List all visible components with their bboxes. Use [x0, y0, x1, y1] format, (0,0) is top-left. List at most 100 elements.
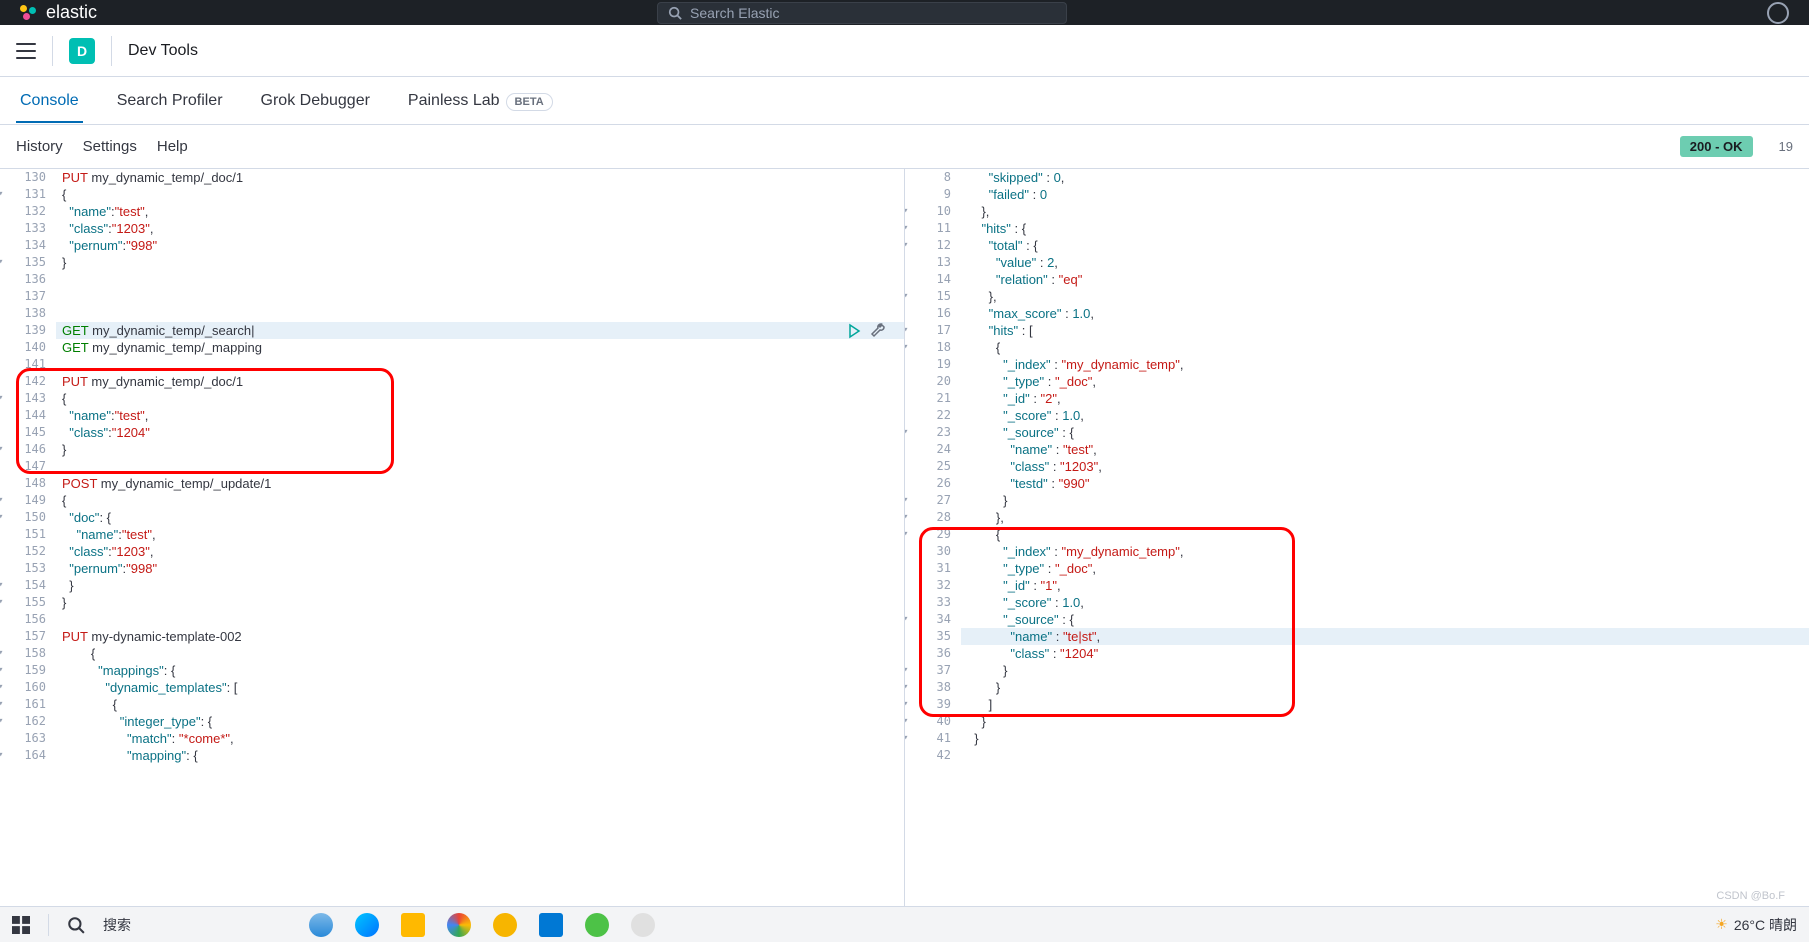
explorer-icon[interactable] [401, 913, 425, 937]
code-line[interactable]: "max_score" : 1.0, [967, 305, 1809, 322]
code-line[interactable]: GET my_dynamic_temp/_mapping [62, 339, 904, 356]
code-line[interactable]: "_id" : "1", [967, 577, 1809, 594]
code-line[interactable]: "hits" : [ [967, 322, 1809, 339]
code-line[interactable]: "testd" : "990" [967, 475, 1809, 492]
app-icon[interactable] [309, 913, 333, 937]
code-line[interactable]: PUT my-dynamic-template-002 [62, 628, 904, 645]
code-line[interactable]: "skipped" : 0, [967, 169, 1809, 186]
code-line[interactable]: }, [967, 288, 1809, 305]
code-line[interactable]: "name":"test", [62, 407, 904, 424]
chrome-icon[interactable] [447, 913, 471, 937]
code-line[interactable]: "_index" : "my_dynamic_temp", [967, 543, 1809, 560]
code-line[interactable]: "class":"1204" [62, 424, 904, 441]
history-link[interactable]: History [16, 138, 63, 155]
user-avatar-icon[interactable] [1767, 2, 1789, 24]
code-line[interactable] [62, 356, 904, 373]
tab-console[interactable]: Console [16, 80, 83, 122]
code-line[interactable]: } [62, 577, 904, 594]
request-options-icon[interactable] [870, 323, 886, 344]
code-line[interactable]: "name" : "te|st", [967, 628, 1809, 645]
code-line[interactable]: "hits" : { [967, 220, 1809, 237]
nav-toggle-icon[interactable] [16, 43, 36, 59]
code-line[interactable]: "_id" : "2", [967, 390, 1809, 407]
code-line[interactable]: } [967, 713, 1809, 730]
code-line[interactable]: "dynamic_templates": [ [62, 679, 904, 696]
code-line[interactable]: "name":"test", [62, 203, 904, 220]
code-line[interactable]: "class" : "1204" [967, 645, 1809, 662]
code-line[interactable]: "name" : "test", [967, 441, 1809, 458]
response-viewer[interactable]: 8910111213141516171819202122232425262728… [905, 169, 1809, 942]
code-line[interactable]: "_source" : { [967, 424, 1809, 441]
wechat-icon[interactable] [585, 913, 609, 937]
code-line[interactable]: { [62, 492, 904, 509]
code-line[interactable] [62, 305, 904, 322]
code-line[interactable]: { [62, 645, 904, 662]
code-line[interactable] [62, 611, 904, 628]
elastic-logo-icon [20, 5, 40, 21]
code-line[interactable] [62, 458, 904, 475]
send-request-icon[interactable] [846, 323, 862, 344]
code-line[interactable]: { [62, 186, 904, 203]
code-line[interactable]: "_type" : "_doc", [967, 560, 1809, 577]
code-line[interactable]: "total" : { [967, 237, 1809, 254]
code-line[interactable]: }, [967, 203, 1809, 220]
code-line[interactable]: PUT my_dynamic_temp/_doc/1 [62, 169, 904, 186]
app-header: D Dev Tools [0, 25, 1809, 77]
tab-search-profiler[interactable]: Search Profiler [113, 80, 227, 122]
windows-start-icon[interactable] [12, 916, 30, 934]
code-line[interactable]: "relation" : "eq" [967, 271, 1809, 288]
code-line[interactable]: "doc": { [62, 509, 904, 526]
code-line[interactable]: "class":"1203", [62, 220, 904, 237]
code-line[interactable]: "mappings": { [62, 662, 904, 679]
settings-link[interactable]: Settings [83, 138, 137, 155]
code-line[interactable]: "name":"test", [62, 526, 904, 543]
code-line[interactable]: "_source" : { [967, 611, 1809, 628]
code-line[interactable]: { [967, 526, 1809, 543]
code-line[interactable]: "match": "*come*", [62, 730, 904, 747]
code-line[interactable] [62, 271, 904, 288]
code-line[interactable]: } [967, 492, 1809, 509]
code-line[interactable]: } [967, 679, 1809, 696]
code-line[interactable]: "pernum":"998" [62, 560, 904, 577]
code-line[interactable]: { [62, 390, 904, 407]
tab-painless-lab[interactable]: Painless LabBETA [404, 80, 557, 122]
code-line[interactable]: }, [967, 509, 1809, 526]
code-line[interactable]: } [62, 254, 904, 271]
code-line[interactable]: } [967, 730, 1809, 747]
code-line[interactable]: { [967, 339, 1809, 356]
code-line[interactable]: } [62, 594, 904, 611]
code-line[interactable]: "integer_type": { [62, 713, 904, 730]
code-line[interactable] [62, 288, 904, 305]
edge-icon[interactable] [355, 913, 379, 937]
code-line[interactable]: POST my_dynamic_temp/_update/1 [62, 475, 904, 492]
app-icon[interactable] [631, 913, 655, 937]
code-line[interactable]: "mapping": { [62, 747, 904, 764]
code-line[interactable]: "failed" : 0 [967, 186, 1809, 203]
code-line[interactable]: "value" : 2, [967, 254, 1809, 271]
code-line[interactable]: "class":"1203", [62, 543, 904, 560]
help-link[interactable]: Help [157, 138, 188, 155]
code-line[interactable]: } [967, 662, 1809, 679]
code-line[interactable]: "_score" : 1.0, [967, 594, 1809, 611]
code-line[interactable]: { [62, 696, 904, 713]
code-line[interactable]: "pernum":"998" [62, 237, 904, 254]
code-line[interactable] [967, 747, 1809, 764]
code-line[interactable]: GET my_dynamic_temp/_search| [62, 322, 904, 339]
app-badge[interactable]: D [69, 38, 95, 64]
tab-grok-debugger[interactable]: Grok Debugger [257, 80, 374, 122]
weather-widget[interactable]: ☀ 26°C 晴朗 [1715, 915, 1797, 935]
code-line[interactable]: } [62, 441, 904, 458]
code-line[interactable]: "_score" : 1.0, [967, 407, 1809, 424]
global-search[interactable]: Search Elastic [657, 2, 1067, 24]
search-icon[interactable] [67, 916, 85, 934]
code-line[interactable]: "_type" : "_doc", [967, 373, 1809, 390]
app-icon[interactable] [493, 913, 517, 937]
taskbar-search-label[interactable]: 搜索 [103, 915, 131, 935]
code-line[interactable]: "class" : "1203", [967, 458, 1809, 475]
code-line[interactable]: PUT my_dynamic_temp/_doc/1 [62, 373, 904, 390]
request-editor[interactable]: 1301311321331341351361371381391401411421… [0, 169, 905, 942]
code-line[interactable]: ] [967, 696, 1809, 713]
app-icon[interactable] [539, 913, 563, 937]
code-line[interactable]: "_index" : "my_dynamic_temp", [967, 356, 1809, 373]
brand-logo[interactable]: elastic [20, 2, 97, 23]
